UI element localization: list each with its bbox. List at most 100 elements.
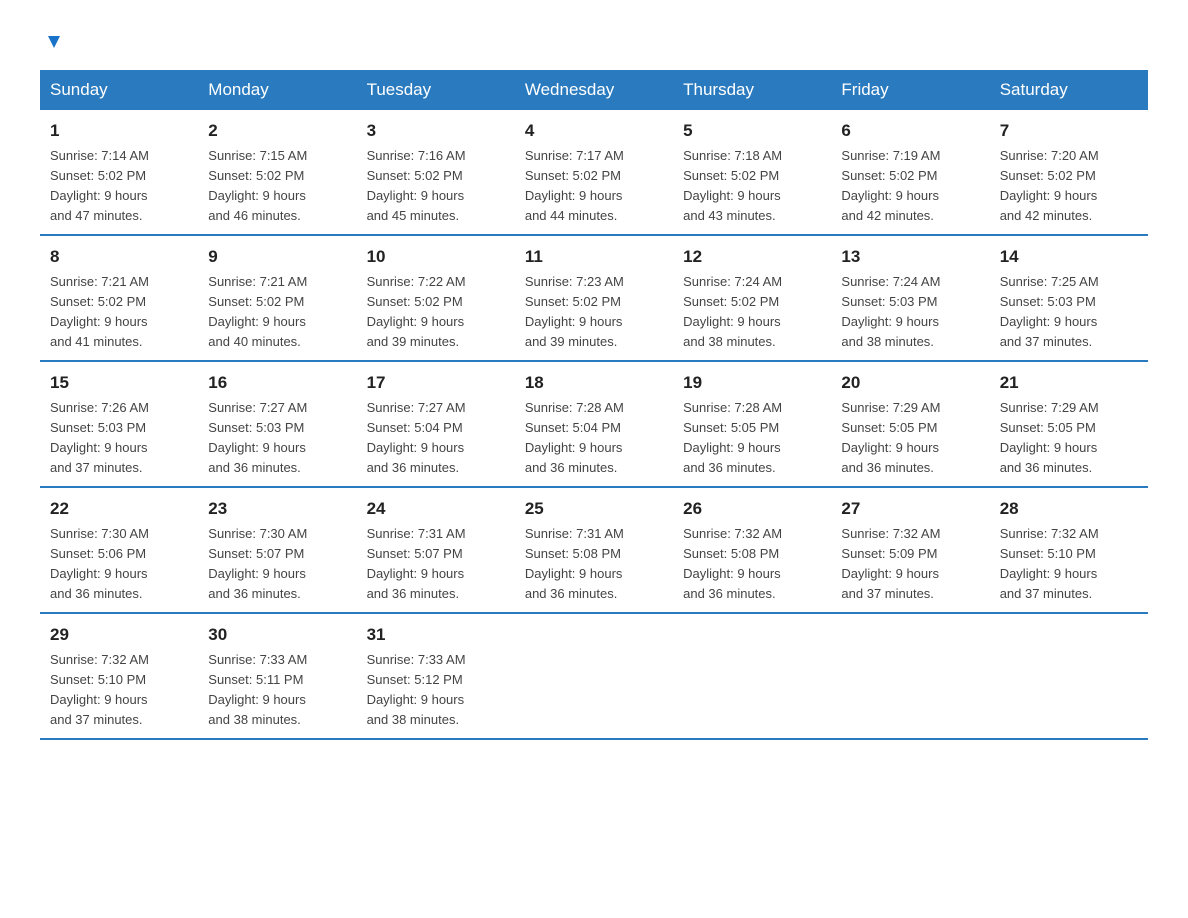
day-cell — [831, 613, 989, 739]
day-cell: 11Sunrise: 7:23 AMSunset: 5:02 PMDayligh… — [515, 235, 673, 361]
day-number: 10 — [367, 244, 505, 270]
week-row-5: 29Sunrise: 7:32 AMSunset: 5:10 PMDayligh… — [40, 613, 1148, 739]
day-info: Sunrise: 7:24 AMSunset: 5:03 PMDaylight:… — [841, 272, 979, 353]
day-cell: 31Sunrise: 7:33 AMSunset: 5:12 PMDayligh… — [357, 613, 515, 739]
day-number: 9 — [208, 244, 346, 270]
day-info: Sunrise: 7:19 AMSunset: 5:02 PMDaylight:… — [841, 146, 979, 227]
day-number: 28 — [1000, 496, 1138, 522]
day-cell: 1Sunrise: 7:14 AMSunset: 5:02 PMDaylight… — [40, 110, 198, 235]
day-cell: 27Sunrise: 7:32 AMSunset: 5:09 PMDayligh… — [831, 487, 989, 613]
day-cell — [515, 613, 673, 739]
calendar-header: SundayMondayTuesdayWednesdayThursdayFrid… — [40, 70, 1148, 110]
day-info: Sunrise: 7:31 AMSunset: 5:07 PMDaylight:… — [367, 524, 505, 605]
day-info: Sunrise: 7:15 AMSunset: 5:02 PMDaylight:… — [208, 146, 346, 227]
day-number: 21 — [1000, 370, 1138, 396]
calendar-body: 1Sunrise: 7:14 AMSunset: 5:02 PMDaylight… — [40, 110, 1148, 739]
day-info: Sunrise: 7:23 AMSunset: 5:02 PMDaylight:… — [525, 272, 663, 353]
day-info: Sunrise: 7:20 AMSunset: 5:02 PMDaylight:… — [1000, 146, 1138, 227]
header-cell-wednesday: Wednesday — [515, 70, 673, 110]
day-info: Sunrise: 7:33 AMSunset: 5:11 PMDaylight:… — [208, 650, 346, 731]
day-info: Sunrise: 7:24 AMSunset: 5:02 PMDaylight:… — [683, 272, 821, 353]
day-cell: 8Sunrise: 7:21 AMSunset: 5:02 PMDaylight… — [40, 235, 198, 361]
day-info: Sunrise: 7:21 AMSunset: 5:02 PMDaylight:… — [208, 272, 346, 353]
day-number: 26 — [683, 496, 821, 522]
week-row-2: 8Sunrise: 7:21 AMSunset: 5:02 PMDaylight… — [40, 235, 1148, 361]
day-cell: 13Sunrise: 7:24 AMSunset: 5:03 PMDayligh… — [831, 235, 989, 361]
day-number: 8 — [50, 244, 188, 270]
day-number: 16 — [208, 370, 346, 396]
day-number: 2 — [208, 118, 346, 144]
day-number: 22 — [50, 496, 188, 522]
day-cell: 23Sunrise: 7:30 AMSunset: 5:07 PMDayligh… — [198, 487, 356, 613]
day-number: 3 — [367, 118, 505, 144]
day-info: Sunrise: 7:27 AMSunset: 5:03 PMDaylight:… — [208, 398, 346, 479]
logo-arrow-icon — [44, 32, 64, 52]
day-cell: 18Sunrise: 7:28 AMSunset: 5:04 PMDayligh… — [515, 361, 673, 487]
day-cell: 25Sunrise: 7:31 AMSunset: 5:08 PMDayligh… — [515, 487, 673, 613]
day-info: Sunrise: 7:27 AMSunset: 5:04 PMDaylight:… — [367, 398, 505, 479]
day-cell: 5Sunrise: 7:18 AMSunset: 5:02 PMDaylight… — [673, 110, 831, 235]
day-info: Sunrise: 7:31 AMSunset: 5:08 PMDaylight:… — [525, 524, 663, 605]
day-number: 4 — [525, 118, 663, 144]
day-number: 17 — [367, 370, 505, 396]
day-cell: 28Sunrise: 7:32 AMSunset: 5:10 PMDayligh… — [990, 487, 1148, 613]
day-info: Sunrise: 7:21 AMSunset: 5:02 PMDaylight:… — [50, 272, 188, 353]
week-row-1: 1Sunrise: 7:14 AMSunset: 5:02 PMDaylight… — [40, 110, 1148, 235]
day-info: Sunrise: 7:26 AMSunset: 5:03 PMDaylight:… — [50, 398, 188, 479]
day-number: 6 — [841, 118, 979, 144]
week-row-4: 22Sunrise: 7:30 AMSunset: 5:06 PMDayligh… — [40, 487, 1148, 613]
day-info: Sunrise: 7:14 AMSunset: 5:02 PMDaylight:… — [50, 146, 188, 227]
day-info: Sunrise: 7:29 AMSunset: 5:05 PMDaylight:… — [1000, 398, 1138, 479]
day-info: Sunrise: 7:25 AMSunset: 5:03 PMDaylight:… — [1000, 272, 1138, 353]
day-info: Sunrise: 7:16 AMSunset: 5:02 PMDaylight:… — [367, 146, 505, 227]
day-info: Sunrise: 7:22 AMSunset: 5:02 PMDaylight:… — [367, 272, 505, 353]
day-info: Sunrise: 7:30 AMSunset: 5:07 PMDaylight:… — [208, 524, 346, 605]
day-cell: 6Sunrise: 7:19 AMSunset: 5:02 PMDaylight… — [831, 110, 989, 235]
day-cell: 15Sunrise: 7:26 AMSunset: 5:03 PMDayligh… — [40, 361, 198, 487]
day-cell — [673, 613, 831, 739]
day-info: Sunrise: 7:29 AMSunset: 5:05 PMDaylight:… — [841, 398, 979, 479]
day-info: Sunrise: 7:17 AMSunset: 5:02 PMDaylight:… — [525, 146, 663, 227]
day-number: 15 — [50, 370, 188, 396]
day-cell: 26Sunrise: 7:32 AMSunset: 5:08 PMDayligh… — [673, 487, 831, 613]
day-cell: 4Sunrise: 7:17 AMSunset: 5:02 PMDaylight… — [515, 110, 673, 235]
day-cell: 12Sunrise: 7:24 AMSunset: 5:02 PMDayligh… — [673, 235, 831, 361]
day-number: 24 — [367, 496, 505, 522]
day-cell: 20Sunrise: 7:29 AMSunset: 5:05 PMDayligh… — [831, 361, 989, 487]
page-header — [40, 30, 1148, 50]
day-info: Sunrise: 7:32 AMSunset: 5:09 PMDaylight:… — [841, 524, 979, 605]
day-number: 18 — [525, 370, 663, 396]
day-number: 11 — [525, 244, 663, 270]
day-number: 14 — [1000, 244, 1138, 270]
calendar-table: SundayMondayTuesdayWednesdayThursdayFrid… — [40, 70, 1148, 740]
day-info: Sunrise: 7:30 AMSunset: 5:06 PMDaylight:… — [50, 524, 188, 605]
header-row: SundayMondayTuesdayWednesdayThursdayFrid… — [40, 70, 1148, 110]
day-info: Sunrise: 7:28 AMSunset: 5:05 PMDaylight:… — [683, 398, 821, 479]
day-number: 13 — [841, 244, 979, 270]
day-info: Sunrise: 7:28 AMSunset: 5:04 PMDaylight:… — [525, 398, 663, 479]
header-cell-friday: Friday — [831, 70, 989, 110]
day-number: 25 — [525, 496, 663, 522]
day-number: 12 — [683, 244, 821, 270]
day-number: 5 — [683, 118, 821, 144]
day-info: Sunrise: 7:18 AMSunset: 5:02 PMDaylight:… — [683, 146, 821, 227]
day-cell: 30Sunrise: 7:33 AMSunset: 5:11 PMDayligh… — [198, 613, 356, 739]
day-number: 20 — [841, 370, 979, 396]
header-cell-monday: Monday — [198, 70, 356, 110]
day-number: 19 — [683, 370, 821, 396]
header-cell-tuesday: Tuesday — [357, 70, 515, 110]
header-cell-saturday: Saturday — [990, 70, 1148, 110]
day-number: 7 — [1000, 118, 1138, 144]
day-cell: 22Sunrise: 7:30 AMSunset: 5:06 PMDayligh… — [40, 487, 198, 613]
day-cell: 14Sunrise: 7:25 AMSunset: 5:03 PMDayligh… — [990, 235, 1148, 361]
day-cell — [990, 613, 1148, 739]
day-info: Sunrise: 7:33 AMSunset: 5:12 PMDaylight:… — [367, 650, 505, 731]
header-cell-thursday: Thursday — [673, 70, 831, 110]
day-cell: 7Sunrise: 7:20 AMSunset: 5:02 PMDaylight… — [990, 110, 1148, 235]
day-cell: 10Sunrise: 7:22 AMSunset: 5:02 PMDayligh… — [357, 235, 515, 361]
day-info: Sunrise: 7:32 AMSunset: 5:10 PMDaylight:… — [50, 650, 188, 731]
day-number: 27 — [841, 496, 979, 522]
day-cell: 29Sunrise: 7:32 AMSunset: 5:10 PMDayligh… — [40, 613, 198, 739]
day-cell: 9Sunrise: 7:21 AMSunset: 5:02 PMDaylight… — [198, 235, 356, 361]
day-info: Sunrise: 7:32 AMSunset: 5:10 PMDaylight:… — [1000, 524, 1138, 605]
